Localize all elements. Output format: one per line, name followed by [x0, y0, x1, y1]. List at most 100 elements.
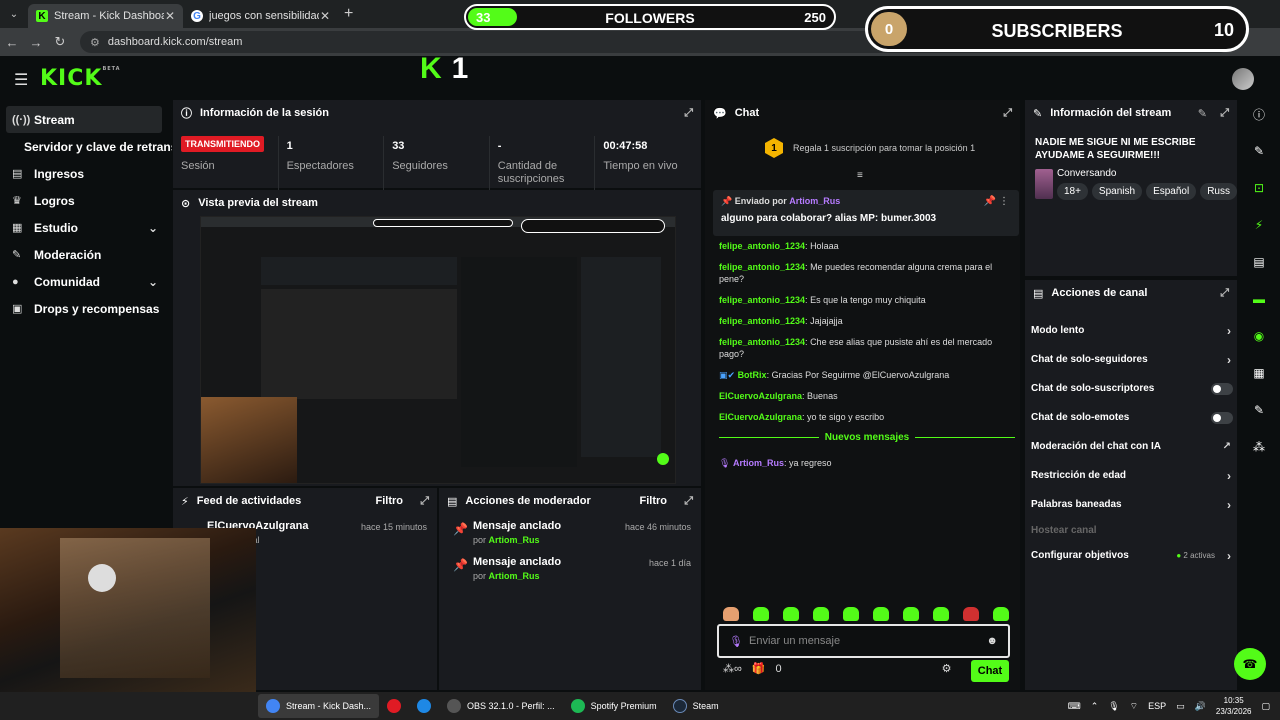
- action-age-restriction[interactable]: Restricción de edad ›: [1025, 461, 1237, 490]
- back-icon[interactable]: ←: [0, 35, 24, 50]
- kick-points-icon[interactable]: ⁂∞: [723, 662, 742, 675]
- new-messages-label: Nuevos mensajes: [824, 432, 910, 443]
- microphone-icon[interactable]: 🎙: [1108, 701, 1119, 712]
- expand-icon[interactable]: ⤢: [1003, 107, 1012, 120]
- chat-username[interactable]: felipe_antonio_1234: [719, 241, 805, 251]
- taskbar-item-chrome[interactable]: Stream - Kick Dash...: [258, 694, 380, 718]
- chat-username[interactable]: BotRix: [738, 370, 767, 380]
- taskbar-item-obs[interactable]: OBS 32.1.0 - Perfil: ...: [439, 694, 563, 718]
- emote-icon[interactable]: [843, 607, 859, 621]
- kick-logo[interactable]: KICKBETA: [40, 66, 121, 91]
- collapse-icon[interactable]: ≡: [857, 170, 863, 181]
- expand-icon[interactable]: ⤢: [420, 495, 429, 508]
- emote-icon[interactable]: [753, 607, 769, 621]
- new-tab-icon[interactable]: +: [344, 5, 353, 23]
- chat-input[interactable]: 🎙 Enviar un mensaje ☻: [717, 624, 1010, 658]
- emote-icon[interactable]: [933, 607, 949, 621]
- emote-icon[interactable]: [873, 607, 889, 621]
- clipboard-icon[interactable]: ▤: [1245, 248, 1273, 276]
- chevron-up-icon[interactable]: ⌃: [1091, 701, 1099, 712]
- expand-icon[interactable]: ⤢: [684, 107, 693, 120]
- expand-icon[interactable]: ⤢: [684, 495, 693, 508]
- volume-icon[interactable]: 🔊: [1195, 701, 1206, 712]
- taskbar-item-edge[interactable]: [409, 694, 439, 718]
- support-chat-button[interactable]: ☎: [1234, 648, 1266, 680]
- taskbar-clock[interactable]: 10:35 23/3/2026: [1216, 695, 1252, 717]
- sidebar-item-stream[interactable]: ((·)) Stream: [6, 106, 162, 133]
- emoji-icon[interactable]: ☻: [986, 635, 998, 647]
- emote-icon[interactable]: [993, 607, 1009, 621]
- tab-search-icon[interactable]: ⌄: [0, 9, 28, 20]
- browser-tab-google[interactable]: G juegos con sensibilidad de mic ✕: [183, 4, 338, 28]
- stat-value: 1: [286, 140, 293, 152]
- action-slow-mode[interactable]: Modo lento ›: [1025, 316, 1237, 345]
- pin-actions-icon[interactable]: 📌 ⋮: [984, 196, 1009, 207]
- chat-username[interactable]: felipe_antonio_1234: [719, 337, 805, 347]
- sidebar-item-server-key[interactable]: Servidor y clave de retransmisión: [0, 133, 172, 160]
- by-user[interactable]: Artiom_Rus: [489, 535, 540, 545]
- expand-icon[interactable]: ⤢: [1220, 287, 1229, 300]
- settings-icon[interactable]: ⚙: [942, 662, 952, 675]
- subscribers-only-toggle[interactable]: [1211, 382, 1233, 395]
- emotes-only-toggle[interactable]: [1211, 411, 1233, 424]
- edit-icon[interactable]: ✎: [1245, 137, 1273, 165]
- emote-icon[interactable]: [813, 607, 829, 621]
- drops-icon[interactable]: ⁂: [1245, 433, 1273, 461]
- emote-icon[interactable]: [783, 607, 799, 621]
- expand-icon[interactable]: ⤢: [1220, 107, 1229, 120]
- lang-indicator[interactable]: ESP: [1148, 701, 1166, 711]
- pinned-message[interactable]: 📌 Enviado por Artiom_Rus alguno para col…: [713, 190, 1019, 236]
- send-chat-button[interactable]: Chat: [971, 660, 1009, 682]
- network-icon[interactable]: ▭: [1176, 701, 1185, 712]
- sidebar-item-moderacion[interactable]: ✎ Moderación: [0, 241, 172, 268]
- by-user[interactable]: Artiom_Rus: [489, 571, 540, 581]
- emote-icon[interactable]: [903, 607, 919, 621]
- sidebar-item-estudio[interactable]: ▦ Estudio ⌄: [0, 214, 172, 241]
- taskbar-item-steam[interactable]: Steam: [665, 694, 727, 718]
- wrench-icon[interactable]: ✎: [1245, 396, 1273, 424]
- keyboard-icon[interactable]: ⌨: [1068, 701, 1081, 712]
- filter-button[interactable]: Filtro: [640, 495, 668, 507]
- chat-username[interactable]: felipe_antonio_1234: [719, 316, 805, 326]
- pinned-by-user[interactable]: Artiom_Rus: [789, 196, 840, 206]
- reload-icon[interactable]: ↻: [48, 34, 72, 50]
- edit-icon[interactable]: ✎: [1198, 107, 1207, 120]
- wifi-icon[interactable]: ⌔: [1130, 701, 1138, 712]
- chat-username[interactable]: felipe_antonio_1234: [719, 295, 805, 305]
- chat-username[interactable]: ElCuervoAzulgrana: [719, 412, 802, 422]
- action-ai-moderation[interactable]: Moderación del chat con IA ↗: [1025, 432, 1237, 461]
- filter-button[interactable]: Filtro: [376, 495, 404, 507]
- gift-icon[interactable]: 🎁: [752, 662, 766, 675]
- emote-icon[interactable]: [723, 607, 739, 621]
- action-followers-only[interactable]: Chat de solo-seguidores ›: [1025, 345, 1237, 374]
- sidebar-item-comunidad[interactable]: ● Comunidad ⌄: [0, 268, 172, 295]
- sidebar-item-drops[interactable]: ▣ Drops y recompensas: [0, 295, 172, 322]
- menu-icon[interactable]: ☰: [14, 70, 28, 90]
- emote-icon[interactable]: [963, 607, 979, 621]
- sidebar-item-ingresos[interactable]: ▤ Ingresos: [0, 160, 172, 187]
- broadcast-icon[interactable]: ◉: [1245, 322, 1273, 350]
- clipboard-icon: ▤: [447, 495, 458, 508]
- browser-tab-kick[interactable]: K Stream - Kick Dashboard ✕: [28, 4, 183, 28]
- notifications-icon[interactable]: ▢: [1261, 701, 1270, 712]
- site-info-icon[interactable]: ⚙: [90, 36, 100, 49]
- action-banned-words[interactable]: Palabras baneadas ›: [1025, 490, 1237, 519]
- taskbar-item-opera[interactable]: [379, 694, 409, 718]
- chat-username[interactable]: Artiom_Rus: [733, 458, 784, 468]
- chat-icon[interactable]: ▬: [1245, 285, 1273, 313]
- close-tab-icon[interactable]: ✕: [320, 9, 330, 23]
- bolt-icon[interactable]: ⚡: [1245, 211, 1273, 239]
- gift-leaderboard[interactable]: 1 Regala 1 suscripción para tomar la pos…: [765, 138, 975, 158]
- close-tab-icon[interactable]: ✕: [165, 9, 175, 23]
- sidebar-item-logros[interactable]: ♛ Logros: [0, 187, 172, 214]
- preview-icon[interactable]: ⊡: [1245, 174, 1273, 202]
- forward-icon[interactable]: →: [24, 35, 48, 50]
- info-icon[interactable]: ⓘ: [1245, 100, 1273, 128]
- chat-username[interactable]: felipe_antonio_1234: [719, 262, 805, 272]
- taskbar-item-spotify[interactable]: Spotify Premium: [563, 694, 665, 718]
- action-configure-goals[interactable]: Configurar objetivos 2 activas ›: [1025, 541, 1237, 570]
- channel-actions-icon[interactable]: ▦: [1245, 359, 1273, 387]
- user-avatar[interactable]: [1232, 68, 1254, 90]
- stream-preview-video[interactable]: [200, 216, 676, 484]
- chat-username[interactable]: ElCuervoAzulgrana: [719, 391, 802, 401]
